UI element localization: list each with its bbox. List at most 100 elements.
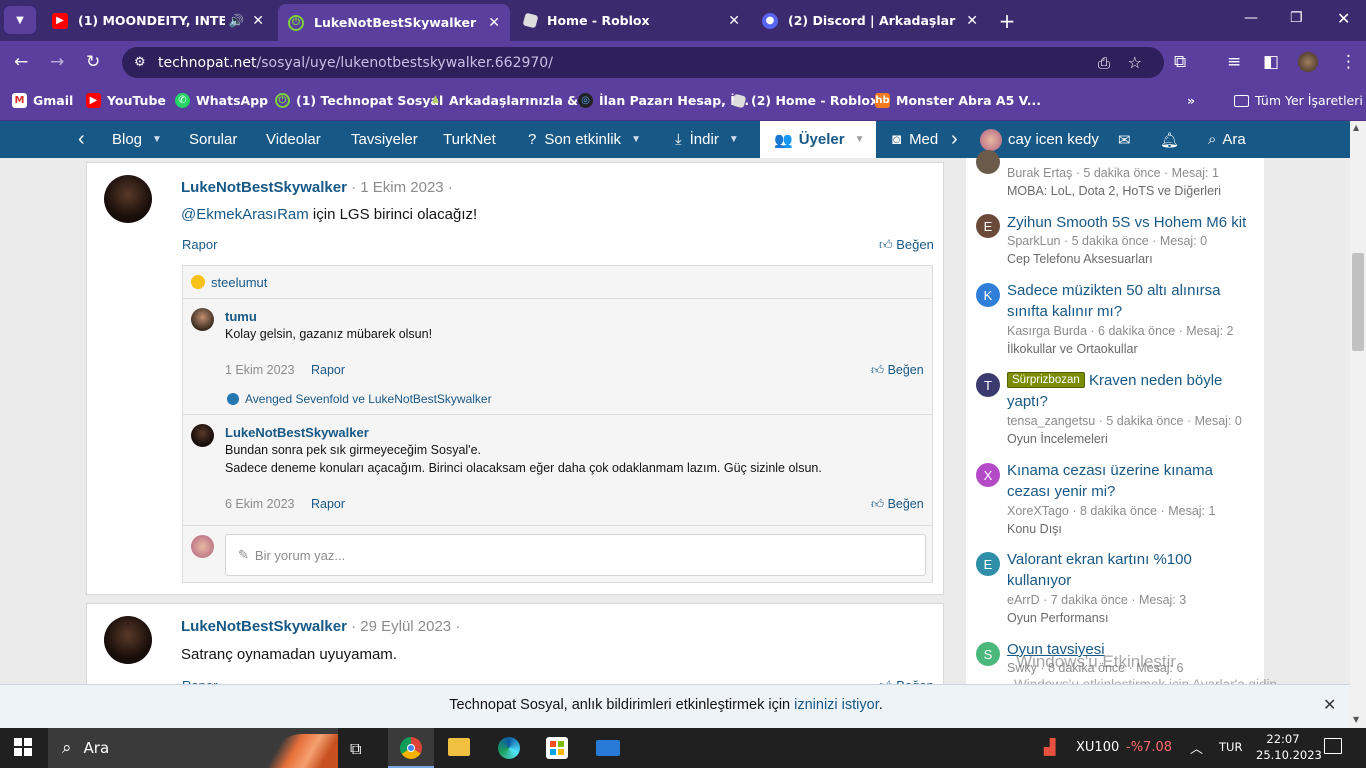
more-bookmarks-icon[interactable]: » xyxy=(1187,93,1195,108)
close-icon[interactable]: ✕ xyxy=(728,13,740,29)
thread-item[interactable]: E Zyihun Smooth 5S vs Hohem M6 kit Spark… xyxy=(976,212,1256,272)
nav-tavsiyeler[interactable]: Tavsiyeler xyxy=(351,121,418,158)
clock[interactable]: 22:07 25.10.2023 xyxy=(1256,732,1322,762)
likes-summary[interactable]: Avenged Sevenfold ve LukeNotBestSkywalke… xyxy=(227,392,492,406)
mail-icon[interactable] xyxy=(596,740,620,756)
comment-date[interactable]: 1 Ekim 2023 xyxy=(225,363,294,377)
nav-videolar[interactable]: Videolar xyxy=(266,121,321,158)
nav-left-arrow[interactable]: ‹ xyxy=(78,121,85,158)
windows-start-icon[interactable] xyxy=(14,738,32,756)
tab-youtube[interactable]: ▶ (1) MOONDEITY, INTERWO 🔊 ✕ xyxy=(42,4,274,37)
nav-indir[interactable]: ⤓ İndir ▼ xyxy=(675,121,739,158)
media-icon[interactable]: ≡ xyxy=(1227,52,1241,72)
thread-forum[interactable]: İlkokullar ve Ortaokullar xyxy=(1007,342,1138,356)
bookmark-all[interactable]: Tüm Yer İşaretleri xyxy=(1234,93,1363,108)
thread-forum[interactable]: Oyun İncelemeleri xyxy=(1007,432,1108,446)
nav-medya[interactable]: ◙ Med xyxy=(892,121,938,158)
report-link[interactable]: Rapor xyxy=(311,497,345,511)
extensions-icon[interactable]: ⧉ xyxy=(1174,52,1186,72)
restore-icon[interactable]: ❐ xyxy=(1290,10,1303,26)
nav-blog[interactable]: Blog ▼ xyxy=(112,121,162,158)
side-panel-icon[interactable]: ◧ xyxy=(1263,52,1279,72)
thread-item[interactable]: K Sadece müzikten 50 altı alınırsa sınıf… xyxy=(976,280,1256,360)
thread-forum[interactable]: MOBA: LoL, Dota 2, HoTS ve Diğerleri xyxy=(1007,184,1221,198)
thread-forum[interactable]: Oyun Performansı xyxy=(1007,611,1108,625)
chevron-down-icon[interactable]: ▼ xyxy=(855,134,865,145)
thread-item[interactable]: T Sürprizbozan Kraven neden böyle yaptı?… xyxy=(976,370,1256,450)
close-window-icon[interactable]: ✕ xyxy=(1337,9,1350,28)
minimize-icon[interactable]: — xyxy=(1244,10,1258,26)
tab-discord[interactable]: ● (2) Discord | Arkadaşlar ✕ xyxy=(752,4,988,37)
avatar[interactable] xyxy=(104,616,152,664)
new-tab-button[interactable]: + xyxy=(992,4,1022,37)
chevron-down-icon[interactable]: ▼ xyxy=(152,134,162,145)
thread-title[interactable]: Valorant ekran kartını %100 kullanıyor xyxy=(1007,549,1257,591)
close-icon[interactable]: ✕ xyxy=(966,13,978,29)
inbox-icon[interactable]: ✉ xyxy=(1118,121,1131,158)
report-link[interactable]: Rapor xyxy=(311,363,345,377)
close-icon[interactable]: ✕ xyxy=(252,13,264,29)
tab-search-button[interactable]: ▼ xyxy=(4,6,36,34)
comment-date[interactable]: 6 Ekim 2023 xyxy=(225,497,294,511)
reaction-user[interactable]: steelumut xyxy=(211,275,267,290)
nav-son-etkinlik[interactable]: ? Son etkinlik ▼ xyxy=(528,121,641,158)
task-view-icon[interactable]: ⧉ xyxy=(350,739,361,759)
input-language[interactable]: TUR xyxy=(1219,740,1242,754)
notice-link[interactable]: izninizi istiyor xyxy=(794,697,879,713)
address-bar[interactable]: ⚙ technopat.net/sosyal/uye/lukenotbestsk… xyxy=(122,47,1164,78)
scroll-down-icon[interactable]: ▼ xyxy=(1353,715,1359,724)
bookmark-youtube[interactable]: ▶ YouTube xyxy=(86,93,166,108)
bookmark-ilan[interactable]: ◎ İlan Pazarı Hesap, İ... xyxy=(578,93,749,108)
post-author[interactable]: LukeNotBestSkywalker xyxy=(181,618,347,635)
like-button[interactable]: 👍︎ Beğen xyxy=(871,497,924,512)
thread-forum[interactable]: Konu Dışı xyxy=(1007,522,1062,536)
nav-search[interactable]: ⌕ Ara xyxy=(1208,121,1246,158)
chevron-down-icon[interactable]: ▼ xyxy=(631,134,641,145)
profile-avatar[interactable] xyxy=(1298,52,1318,72)
taskbar-search[interactable]: ⌕ Ara xyxy=(48,728,338,768)
nav-sorular[interactable]: Sorular xyxy=(189,121,237,158)
forward-icon[interactable]: → xyxy=(50,52,64,72)
close-icon[interactable]: ✕ xyxy=(1323,695,1336,714)
close-icon[interactable]: ✕ xyxy=(488,15,500,31)
nav-user[interactable]: cay icen kedy xyxy=(980,121,1107,158)
install-app-icon[interactable]: ⎙ xyxy=(1098,54,1110,72)
like-button[interactable]: 👍︎ Beğen xyxy=(879,237,934,253)
avatar[interactable] xyxy=(191,308,214,331)
stock-ticker[interactable]: XU100 xyxy=(1076,740,1119,755)
taskbar-chrome[interactable] xyxy=(388,728,434,768)
menu-icon[interactable]: ⋮ xyxy=(1340,52,1357,72)
site-settings-icon[interactable]: ⚙ xyxy=(134,55,146,70)
thread-title[interactable]: Sürprizbozan Kraven neden böyle yaptı? xyxy=(1007,370,1257,412)
thread-item[interactable]: Burak Ertaş · 5 dakika önce · Mesaj: 1 M… xyxy=(976,150,1256,208)
thread-item[interactable]: X Kınama cezası üzerine kınama cezası ye… xyxy=(976,460,1256,540)
comment-author[interactable]: LukeNotBestSkywalker xyxy=(225,425,369,440)
scrollbar-thumb[interactable] xyxy=(1352,253,1364,351)
chevron-down-icon[interactable]: ▼ xyxy=(729,134,739,145)
bookmark-whatsapp[interactable]: ✆ WhatsApp xyxy=(175,93,268,108)
edge-icon[interactable] xyxy=(498,737,520,759)
tab-roblox[interactable]: Home - Roblox ✕ xyxy=(514,4,750,37)
like-button[interactable]: 👍︎ Beğen xyxy=(871,363,924,378)
comment-input[interactable]: ✎ Bir yorum yaz... xyxy=(225,534,926,576)
thread-title[interactable]: Zyihun Smooth 5S vs Hohem M6 kit xyxy=(1007,212,1257,233)
likes-text[interactable]: Avenged Sevenfold ve LukeNotBestSkywalke… xyxy=(245,392,492,406)
tab-technopat[interactable]: ⏻ LukeNotBestSkywalker | Techn ✕ xyxy=(278,4,510,41)
post-date[interactable]: 29 Eylül 2023 xyxy=(360,618,451,635)
bookmark-roblox[interactable]: (2) Home - Roblox xyxy=(731,93,878,108)
post-date[interactable]: 1 Ekim 2023 xyxy=(360,179,443,196)
comment-author[interactable]: tumu xyxy=(225,309,257,324)
thread-item[interactable]: E Valorant ekran kartını %100 kullanıyor… xyxy=(976,549,1256,629)
back-icon[interactable]: ← xyxy=(14,52,28,72)
page-scrollbar[interactable]: ▲ ▼ xyxy=(1350,121,1366,728)
nav-turknet[interactable]: TurkNet xyxy=(443,121,496,158)
bell-icon[interactable]: 🔔︎ xyxy=(1160,121,1179,158)
bookmark-arkadaslar[interactable]: ♟ Arkadaşlarınızla &... xyxy=(428,93,592,108)
bookmark-technopat[interactable]: ⏻ (1) Technopat Sosyal xyxy=(275,93,443,108)
star-icon[interactable]: ☆ xyxy=(1128,53,1142,72)
thread-title[interactable]: Sadece müzikten 50 altı alınırsa sınıfta… xyxy=(1007,280,1257,322)
bookmark-hb[interactable]: hb Monster Abra A5 V... xyxy=(875,93,1041,108)
post-author[interactable]: LukeNotBestSkywalker xyxy=(181,179,347,196)
speaker-icon[interactable]: 🔊 xyxy=(229,13,245,29)
notification-center-icon[interactable] xyxy=(1324,738,1342,754)
